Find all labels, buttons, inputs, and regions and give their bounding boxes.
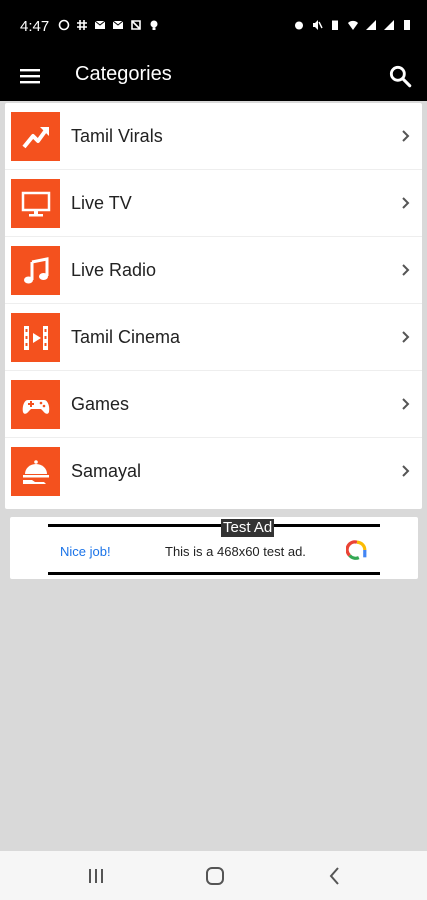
category-item-games[interactable]: Games [5,371,422,438]
mail-icon [112,20,124,29]
category-tile [11,179,60,228]
battery-icon [404,20,410,30]
bulb-icon [150,20,158,30]
chevron-right-icon [402,197,410,209]
category-label: Games [71,394,130,414]
home-icon[interactable] [204,865,226,887]
mute-icon [313,20,323,30]
status-time: 4:47 [20,18,50,35]
category-tile [11,246,60,295]
chevron-right-icon [402,398,410,410]
back-icon[interactable] [324,865,346,887]
category-item-tamil-cinema[interactable]: Tamil Cinema [5,304,422,371]
wifi-icon [348,20,358,30]
hamburger-menu-icon[interactable] [18,64,42,88]
chevron-right-icon [402,465,410,477]
category-item-live-radio[interactable]: Live Radio [5,237,422,304]
notification-icons [58,19,160,31]
gamepad-icon [22,399,49,414]
category-item-live-tv[interactable]: Live TV [5,170,422,237]
slack-icon [77,20,87,30]
chevron-right-icon [402,130,410,142]
category-label: Tamil Virals [71,126,163,146]
ad-label: Test Ad [221,519,275,537]
battery-saver-icon [332,20,338,30]
category-item-samayal[interactable]: Samayal [5,438,422,505]
ad-container: Test Ad Nice job! This is a 468x60 test … [10,517,418,579]
chevron-right-icon [402,264,410,276]
ad-banner[interactable]: Test Ad Nice job! This is a 468x60 test … [48,519,380,575]
signal-icon [366,20,376,30]
tv-icon [21,191,50,216]
status-bar: 4:47 [0,0,427,52]
food-cloche-icon [22,459,49,484]
category-tile [11,380,60,429]
category-item-tamil-virals[interactable]: Tamil Virals [5,103,422,170]
ad-headline[interactable]: Nice job! [60,544,111,559]
ad-text: This is a 468x60 test ad. [165,544,306,559]
category-list: Tamil Virals Live TV Live Radio Tamil Ci… [5,103,422,509]
signal-icon [384,20,394,30]
system-nav-bar [0,851,427,900]
category-tile [11,112,60,161]
search-icon[interactable] [387,63,413,89]
category-tile [11,313,60,362]
sync-icon [58,19,70,31]
ad-choices-logo-icon[interactable] [346,539,368,561]
chevron-right-icon [402,331,410,343]
category-label: Live TV [71,193,132,213]
puzzle-icon [131,20,141,30]
category-tile [11,447,60,496]
category-label: Live Radio [71,260,157,280]
film-icon [23,325,48,350]
recent-apps-icon[interactable] [85,865,107,887]
mail-icon [94,20,106,29]
page-title: Categories [75,63,172,85]
category-label: Tamil Cinema [71,327,181,347]
trending-up-icon [21,126,49,148]
category-label: Samayal [71,461,142,481]
music-note-icon [23,256,48,283]
alarm-icon [295,21,303,30]
app-bar: Categories [0,52,427,101]
system-status-icons [293,19,413,31]
